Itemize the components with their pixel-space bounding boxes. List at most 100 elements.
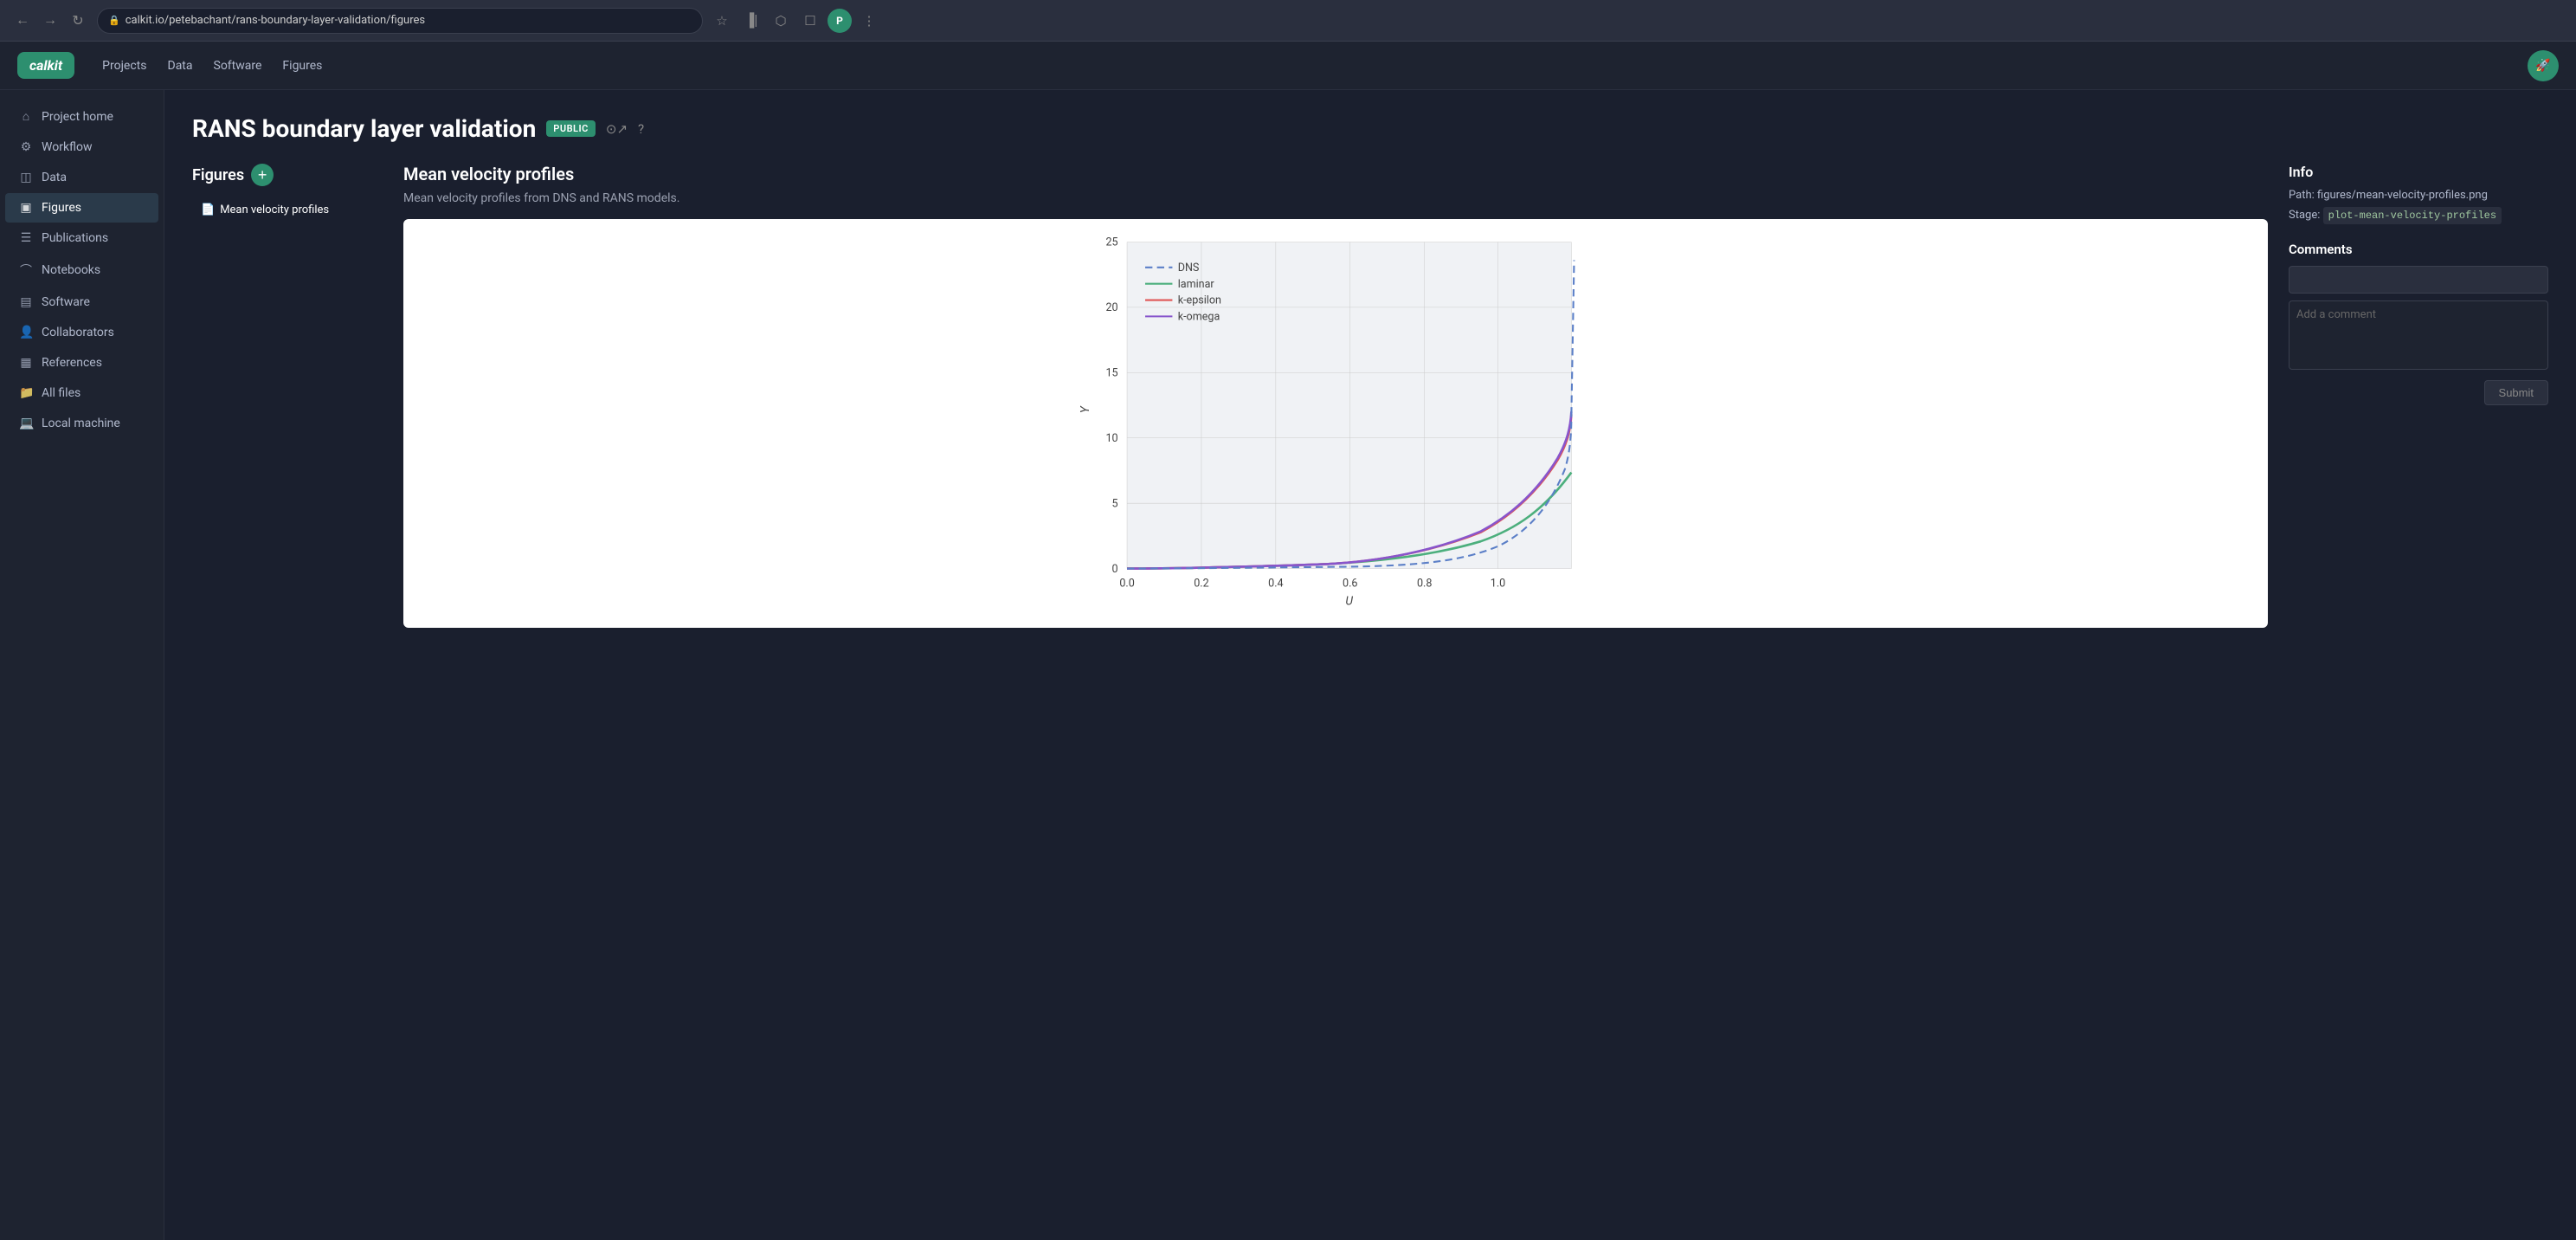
svg-text:0: 0	[1112, 563, 1118, 576]
sidebar-item-publications[interactable]: ☰ Publications	[5, 223, 158, 253]
software-icon: ▤	[19, 295, 33, 309]
project-title-row: RANS boundary layer validation PUBLIC ⊙↗…	[192, 114, 2548, 143]
sidebar-label-project-home: Project home	[42, 110, 113, 124]
svg-text:k-omega: k-omega	[1178, 311, 1220, 324]
submit-button[interactable]: Submit	[2484, 380, 2548, 405]
back-button[interactable]: ←	[10, 9, 35, 33]
figure-image-container: 0.0 0.2 0.4 0.6 0.8 1.0 U 0 5 10	[403, 219, 2268, 628]
sidebar: ⌂ Project home ⚙ Workflow ◫ Data ▣ Figur…	[0, 90, 164, 1240]
svg-text:0.0: 0.0	[1119, 578, 1134, 591]
sidebar-label-workflow: Workflow	[42, 140, 93, 154]
nav-projects[interactable]: Projects	[102, 55, 146, 76]
project-title: RANS boundary layer validation	[192, 114, 536, 143]
sidebar-item-workflow[interactable]: ⚙ Workflow	[5, 132, 158, 162]
add-figure-button[interactable]: +	[251, 164, 274, 186]
extension-2[interactable]: ⬡	[769, 9, 793, 33]
figures-icon: ▣	[19, 201, 33, 215]
svg-text:DNS: DNS	[1178, 262, 1200, 274]
sidebar-item-project-home[interactable]: ⌂ Project home	[5, 101, 158, 132]
github-icon[interactable]: ⊙↗	[606, 121, 628, 137]
workflow-icon: ⚙	[19, 140, 33, 154]
path-label: Path:	[2289, 189, 2315, 202]
figures-panel-header: Figures +	[192, 164, 383, 186]
sidebar-label-publications: Publications	[42, 231, 108, 245]
svg-text:laminar: laminar	[1178, 278, 1215, 291]
help-icon[interactable]: ?	[638, 121, 644, 137]
all-files-icon: 📁	[19, 386, 33, 400]
top-nav-right: 🚀	[2528, 50, 2559, 81]
sidebar-label-collaborators: Collaborators	[42, 326, 114, 339]
stage-value: plot-mean-velocity-profiles	[2323, 207, 2502, 224]
sidebar-item-data[interactable]: ◫ Data	[5, 163, 158, 192]
figures-panel: Figures + 📄 Mean velocity profiles	[192, 164, 383, 628]
figure-detail: Mean velocity profiles Mean velocity pro…	[383, 164, 2289, 628]
comment-search-bar[interactable]	[2289, 266, 2548, 294]
svg-text:15: 15	[1105, 367, 1117, 380]
svg-text:Y: Y	[1079, 405, 1092, 413]
forward-button[interactable]: →	[38, 9, 62, 33]
figure-list-label: Mean velocity profiles	[220, 203, 329, 216]
top-right-avatar[interactable]: 🚀	[2528, 50, 2559, 81]
svg-text:0.4: 0.4	[1268, 578, 1283, 591]
nav-data[interactable]: Data	[168, 55, 193, 76]
stage-label: Stage:	[2289, 209, 2320, 222]
top-nav: calkit Projects Data Software Figures 🚀	[0, 42, 2576, 90]
sidebar-item-notebooks[interactable]: ⌒ Notebooks	[5, 254, 158, 287]
local-machine-icon: 💻	[19, 417, 33, 430]
data-icon: ◫	[19, 171, 33, 184]
browser-chrome: ← → ↻ 🔒 calkit.io/petebachant/rans-bound…	[0, 0, 2576, 42]
path-value: figures/mean-velocity-profiles.png	[2317, 189, 2488, 202]
extension-1[interactable]: ▐|	[739, 9, 763, 33]
sidebar-item-references[interactable]: ▦ References	[5, 348, 158, 378]
info-panel: Info Path: figures/mean-velocity-profile…	[2289, 164, 2548, 628]
address-bar[interactable]: 🔒 calkit.io/petebachant/rans-boundary-la…	[97, 8, 703, 34]
public-badge: PUBLIC	[546, 120, 596, 137]
velocity-chart: 0.0 0.2 0.4 0.6 0.8 1.0 U 0 5 10	[417, 233, 2254, 614]
sidebar-item-figures[interactable]: ▣ Figures	[5, 193, 158, 223]
logo[interactable]: calkit	[17, 52, 74, 79]
sidebar-item-collaborators[interactable]: 👤 Collaborators	[5, 318, 158, 347]
top-nav-links: Projects Data Software Figures	[102, 55, 322, 76]
sidebar-label-data: Data	[42, 171, 67, 184]
nav-software[interactable]: Software	[214, 55, 262, 76]
figure-description: Mean velocity profiles from DNS and RANS…	[403, 191, 2268, 205]
publications-icon: ☰	[19, 231, 33, 245]
sidebar-item-local-machine[interactable]: 💻 Local machine	[5, 409, 158, 438]
user-avatar[interactable]: P	[828, 9, 852, 33]
info-path-row: Path: figures/mean-velocity-profiles.png	[2289, 189, 2548, 202]
lock-icon: 🔒	[108, 15, 120, 26]
svg-text:0.8: 0.8	[1417, 578, 1432, 591]
sidebar-label-all-files: All files	[42, 386, 80, 400]
url-text: calkit.io/petebachant/rans-boundary-laye…	[126, 14, 425, 27]
figures-layout: Figures + 📄 Mean velocity profiles Mean …	[192, 164, 2548, 628]
menu-button[interactable]: ⋮	[857, 9, 881, 33]
nav-figures[interactable]: Figures	[282, 55, 322, 76]
svg-text:1.0: 1.0	[1491, 578, 1505, 591]
browser-nav-buttons: ← → ↻	[10, 9, 90, 33]
sidebar-label-notebooks: Notebooks	[42, 263, 100, 277]
figures-panel-title: Figures	[192, 166, 244, 184]
svg-text:10: 10	[1105, 432, 1117, 445]
svg-text:25: 25	[1105, 236, 1117, 249]
figure-list-item-mean-velocity[interactable]: 📄 Mean velocity profiles	[192, 197, 383, 223]
svg-text:5: 5	[1112, 497, 1118, 510]
comment-textarea[interactable]	[2289, 300, 2548, 370]
svg-text:0.2: 0.2	[1194, 578, 1208, 591]
sidebar-item-software[interactable]: ▤ Software	[5, 287, 158, 317]
refresh-button[interactable]: ↻	[66, 9, 90, 33]
references-icon: ▦	[19, 356, 33, 370]
svg-text:U: U	[1345, 595, 1353, 609]
main-content: RANS boundary layer validation PUBLIC ⊙↗…	[164, 90, 2576, 1240]
home-icon: ⌂	[19, 109, 33, 124]
svg-text:k-epsilon: k-epsilon	[1178, 294, 1221, 307]
extension-3[interactable]: ☐	[798, 9, 822, 33]
main-area: ⌂ Project home ⚙ Workflow ◫ Data ▣ Figur…	[0, 90, 2576, 1240]
sidebar-label-local-machine: Local machine	[42, 417, 120, 430]
bookmark-button[interactable]: ☆	[710, 9, 734, 33]
info-title: Info	[2289, 164, 2548, 180]
notebooks-icon: ⌒	[19, 262, 33, 279]
sidebar-item-all-files[interactable]: 📁 All files	[5, 378, 158, 408]
sidebar-label-figures: Figures	[42, 201, 81, 215]
svg-text:0.6: 0.6	[1343, 578, 1357, 591]
info-stage-row: Stage: plot-mean-velocity-profiles	[2289, 207, 2548, 224]
